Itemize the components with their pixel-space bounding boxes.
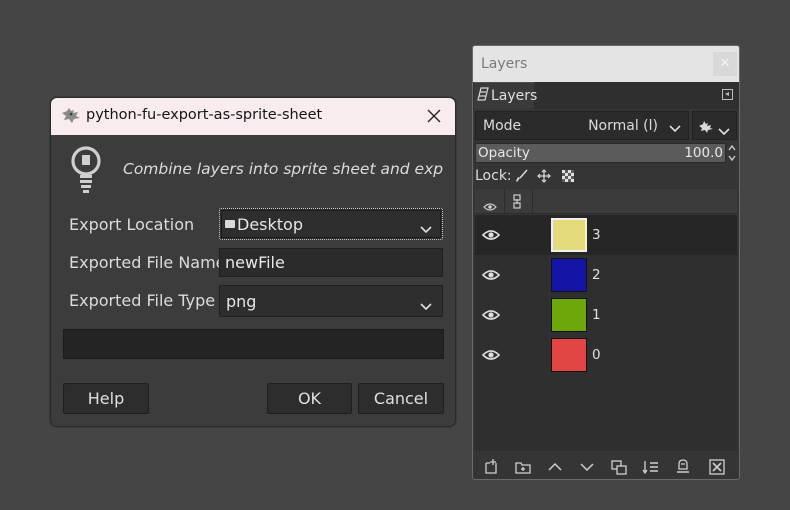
dock-close-button[interactable]: ✕ <box>713 52 737 76</box>
progress-bar <box>63 329 444 359</box>
cancel-button[interactable]: Cancel <box>358 383 444 414</box>
ok-button[interactable]: OK <box>267 383 352 414</box>
export-location-dropdown[interactable]: Desktop <box>219 208 443 240</box>
column-divider <box>504 189 505 214</box>
layer-row[interactable]: 0 <box>475 335 737 375</box>
new-layer-icon[interactable] <box>482 458 500 476</box>
layer-name: 0 <box>592 347 601 363</box>
gimp-wilber-icon <box>698 119 714 138</box>
tab-menu-icon[interactable] <box>722 89 733 100</box>
dock-title: Layers <box>481 56 528 72</box>
layer-thumbnail <box>551 218 587 252</box>
dialog-close-icon[interactable] <box>425 107 443 125</box>
dialog-titlebar: python-fu-export-as-sprite-sheet <box>51 98 455 135</box>
dock-tab-row: Layers <box>473 82 739 109</box>
layer-row[interactable]: 1 <box>475 295 737 335</box>
mode-value: Normal (l) <box>588 118 658 134</box>
mode-label: Mode <box>483 118 522 134</box>
layer-thumbnail <box>551 298 587 332</box>
exported-file-type-dropdown[interactable]: png <box>219 285 443 317</box>
column-divider <box>532 189 533 214</box>
dock-titlebar: Layers ✕ <box>473 46 739 82</box>
blend-space-dropdown[interactable] <box>692 111 737 140</box>
visibility-eye-icon[interactable] <box>483 197 497 216</box>
lock-alpha-checker-icon[interactable] <box>561 169 575 187</box>
dialog-description-row: Combine layers into sprite sheet and exp… <box>51 135 455 201</box>
delete-layer-icon[interactable] <box>708 458 726 476</box>
new-layer-group-icon[interactable] <box>514 458 532 476</box>
layer-list-header <box>475 189 737 214</box>
chevron-down-icon <box>420 219 432 238</box>
visibility-eye-icon[interactable] <box>481 307 501 326</box>
opacity-slider[interactable]: Opacity 100.0 <box>475 143 726 163</box>
merge-layer-down-icon[interactable] <box>642 458 660 476</box>
chevron-down-icon <box>669 121 681 137</box>
raise-layer-icon[interactable] <box>546 458 564 476</box>
file-type-value: png <box>226 291 257 311</box>
export-location-value: Desktop <box>237 214 303 234</box>
layer-thumbnail <box>551 258 587 292</box>
visibility-eye-icon[interactable] <box>481 267 501 286</box>
exported-file-name-label: Exported File Name <box>69 253 226 272</box>
exported-file-name-input[interactable]: newFile <box>219 248 443 277</box>
lock-position-move-icon[interactable] <box>537 169 551 187</box>
layer-name: 1 <box>592 307 601 323</box>
dialog-description: Combine layers into sprite sheet and exp… <box>123 160 443 178</box>
chevron-down-icon <box>718 121 730 140</box>
exported-file-type-label: Exported File Type <box>69 291 216 310</box>
lightbulb-icon <box>69 145 103 199</box>
visibility-eye-icon[interactable] <box>481 227 501 246</box>
lock-label: Lock: <box>475 168 512 184</box>
tab-layers-label: Layers <box>491 88 538 104</box>
export-sprite-sheet-dialog: python-fu-export-as-sprite-sheet Combine… <box>50 97 456 427</box>
layers-dock: Layers ✕ Layers Mode Normal (l) Opacity … <box>472 45 740 480</box>
layers-stack-icon <box>477 87 489 105</box>
duplicate-layer-icon[interactable] <box>610 458 628 476</box>
opacity-spin-icon[interactable] <box>727 143 737 163</box>
gimp-wilber-icon <box>60 107 82 129</box>
export-location-label: Export Location <box>69 215 195 234</box>
opacity-label: Opacity <box>478 145 530 161</box>
visibility-eye-icon[interactable] <box>481 347 501 366</box>
chevron-down-icon <box>420 296 432 315</box>
layer-mode-dropdown[interactable]: Mode Normal (l) <box>475 111 689 140</box>
layer-mask-icon[interactable] <box>674 458 692 476</box>
chain-link-icon[interactable] <box>512 194 522 213</box>
layer-name: 2 <box>592 267 601 283</box>
layers-footer-toolbar <box>473 453 739 479</box>
layer-row[interactable]: 3 <box>475 215 737 255</box>
lock-pixels-brush-icon[interactable] <box>515 169 529 187</box>
layer-list: 3 2 1 0 <box>475 215 737 451</box>
layer-row[interactable]: 2 <box>475 255 737 295</box>
tab-layers[interactable]: Layers <box>474 82 538 109</box>
folder-icon <box>225 220 235 228</box>
layer-thumbnail <box>551 338 587 372</box>
help-button[interactable]: Help <box>63 383 149 414</box>
lower-layer-icon[interactable] <box>578 458 596 476</box>
layer-name: 3 <box>592 227 601 243</box>
opacity-value: 100.0 <box>684 145 723 161</box>
dialog-title: python-fu-export-as-sprite-sheet <box>86 107 323 123</box>
